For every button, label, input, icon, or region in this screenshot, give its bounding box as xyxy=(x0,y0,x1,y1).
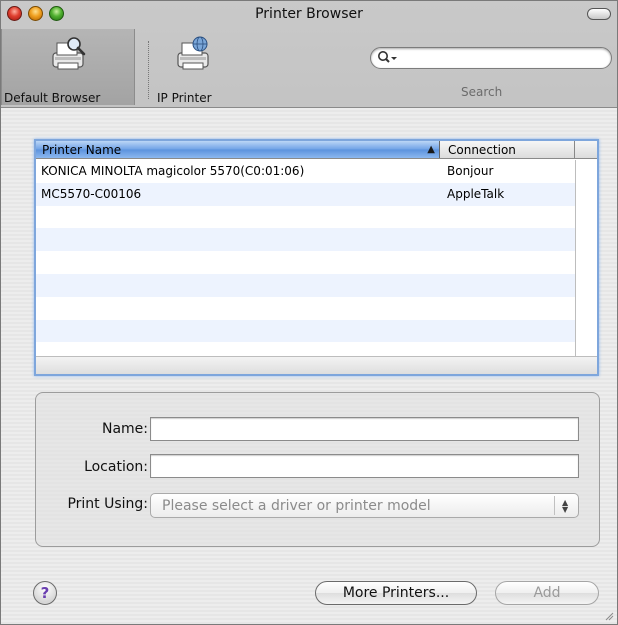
search-field[interactable] xyxy=(370,47,612,69)
name-label: Name: xyxy=(101,421,148,437)
toolbar-item-ip-printer[interactable]: IP Printer xyxy=(155,29,231,105)
table-body: KONICA MINOLTA magicolor 5570(C0:01:06) … xyxy=(36,160,575,343)
toolbar-toggle-button[interactable] xyxy=(587,8,611,20)
empty-row xyxy=(36,205,575,229)
connection-cell: AppleTalk xyxy=(447,186,505,201)
empty-row xyxy=(36,251,575,274)
location-field[interactable] xyxy=(150,454,579,478)
printer-details-box: Name: Location: Print Using: Please sele… xyxy=(35,392,600,547)
window-title: Printer Browser xyxy=(255,6,363,22)
printer-name-cell: KONICA MINOLTA magicolor 5570(C0:01:06) xyxy=(41,164,305,178)
column-header-printer-name[interactable]: Printer Name ▲ xyxy=(36,141,440,158)
printer-browser-window: Printer Browser Default Browser IP Print… xyxy=(0,0,618,625)
empty-row xyxy=(36,319,575,343)
search-input[interactable] xyxy=(399,50,599,66)
printer-table: Printer Name ▲ Connection KONICA MINOLTA… xyxy=(34,139,599,376)
location-label: Location: xyxy=(84,459,148,475)
help-button[interactable]: ? xyxy=(33,581,57,605)
toolbar-item-default-browser[interactable]: Default Browser xyxy=(1,29,135,105)
printer-magnifier-icon xyxy=(52,37,86,70)
vertical-scrollbar[interactable] xyxy=(575,160,597,356)
toolbar-separator xyxy=(148,41,149,99)
toolbar-item-label: Default Browser xyxy=(4,91,101,105)
column-header-connection[interactable]: Connection xyxy=(441,141,575,158)
sort-ascending-icon: ▲ xyxy=(427,144,435,155)
name-field[interactable] xyxy=(150,417,579,441)
table-row[interactable]: KONICA MINOLTA magicolor 5570(C0:01:06) … xyxy=(36,160,575,183)
resize-grip-icon[interactable] xyxy=(604,611,614,621)
empty-row xyxy=(36,228,575,252)
connection-cell: Bonjour xyxy=(447,164,494,178)
popup-arrows-icon: ▲ ▼ xyxy=(554,496,574,515)
more-printers-button[interactable]: More Printers... xyxy=(315,581,477,605)
column-header-label: Printer Name xyxy=(42,143,122,157)
toolbar: Default Browser IP Printer xyxy=(1,27,617,107)
add-button[interactable]: Add xyxy=(495,581,599,605)
main-content: Printer Name ▲ Connection KONICA MINOLTA… xyxy=(1,107,617,624)
toolbar-item-label: IP Printer xyxy=(157,91,212,105)
empty-row xyxy=(36,296,575,320)
table-header: Printer Name ▲ Connection xyxy=(36,141,597,159)
print-using-value: Please select a driver or printer model xyxy=(162,498,431,514)
search-label: Search xyxy=(461,85,503,99)
table-row[interactable]: MC5570-C00106 AppleTalk xyxy=(36,182,575,206)
empty-row xyxy=(36,273,575,297)
print-using-popup[interactable]: Please select a driver or printer model … xyxy=(150,493,579,518)
horizontal-scrollbar[interactable] xyxy=(36,356,597,374)
column-header-label: Connection xyxy=(448,143,516,157)
search-icon[interactable] xyxy=(377,50,399,66)
printer-globe-icon xyxy=(177,36,209,70)
print-using-label: Print Using: xyxy=(67,496,148,512)
title-bar: Printer Browser xyxy=(1,1,617,27)
printer-name-cell: MC5570-C00106 xyxy=(41,186,142,201)
